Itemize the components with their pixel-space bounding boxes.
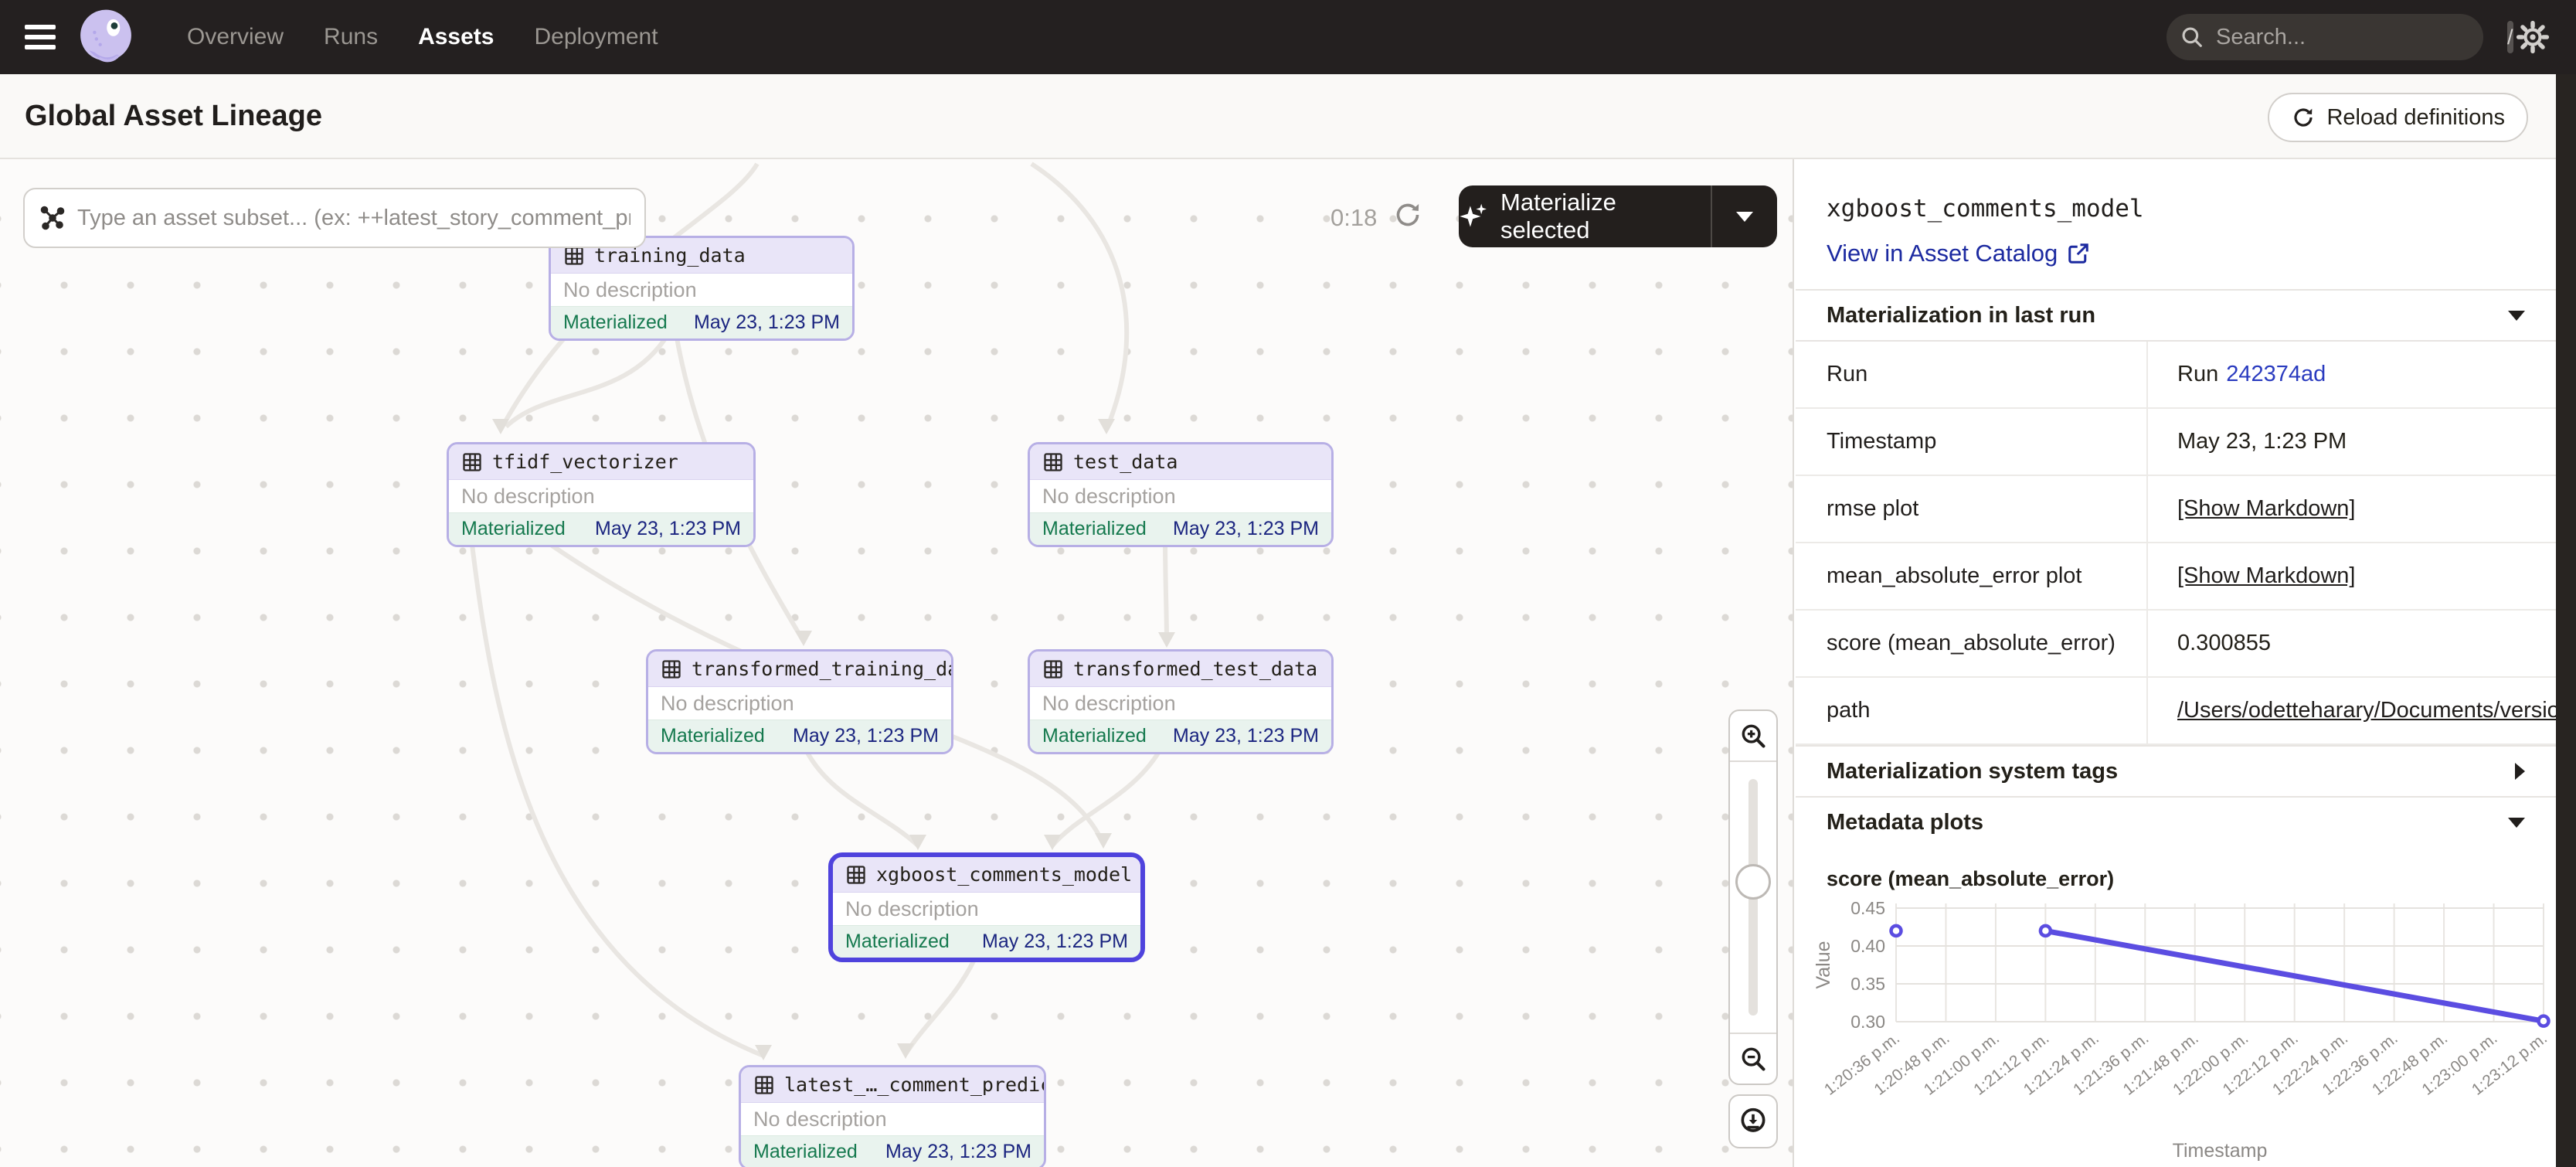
materialize-options-caret[interactable] (1712, 185, 1777, 247)
gear-icon[interactable] (2516, 20, 2550, 54)
status-badge: Materialized (661, 725, 765, 747)
nav-right: / (2166, 14, 2550, 60)
view-in-asset-catalog-link[interactable]: View in Asset Catalog (1827, 240, 2525, 267)
section-materialization-last-run[interactable]: Materialization in last run (1796, 289, 2556, 340)
table-row: path /Users/odetteharary/Documents/versi… (1796, 678, 2556, 745)
asset-node-test-data[interactable]: test_data No description MaterializedMay… (1028, 442, 1334, 547)
graph-zoom-toolbar (1728, 709, 1778, 1148)
svg-text:0.30: 0.30 (1850, 1012, 1885, 1032)
chevron-down-icon (1736, 212, 1753, 222)
table-row: mean_absolute_error plot [Show Markdown] (1796, 543, 2556, 611)
node-description: No description (648, 687, 951, 720)
asset-node-latest-comment-predictions[interactable]: latest_…_comment_predictions No descript… (739, 1065, 1046, 1167)
table-row: Timestamp May 23, 1:23 PM (1796, 409, 2556, 476)
page-header: Global Asset Lineage Reload definitions (0, 74, 2576, 159)
search-icon (2179, 24, 2205, 50)
status-badge: Materialized (1042, 725, 1147, 747)
node-description: No description (449, 480, 753, 512)
global-search[interactable]: / (2166, 14, 2483, 60)
table-row: score (mean_absolute_error) 0.300855 (1796, 611, 2556, 678)
last-run-table: Run Run242374ad Timestamp May 23, 1:23 P… (1796, 340, 2556, 745)
refresh-icon (2291, 105, 2316, 130)
panel-asset-title: xgboost_comments_model (1827, 195, 2525, 223)
node-description: No description (1030, 687, 1331, 720)
search-input[interactable] (2216, 25, 2507, 50)
asset-lineage-graph: 0:18 Materialize selected training (0, 159, 1794, 1167)
table-icon (753, 1074, 775, 1096)
svg-text:Value: Value (1813, 941, 1834, 988)
refresh-timer: 0:18 (1330, 204, 1377, 232)
asset-node-training-data[interactable]: training_data No description Materialize… (549, 236, 855, 341)
search-shortcut-badge: / (2507, 21, 2513, 53)
status-badge: Materialized (1042, 518, 1147, 540)
asset-node-xgboost-comments-model[interactable]: xgboost_comments_model No description Ma… (828, 852, 1145, 962)
status-badge: Materialized (461, 518, 566, 540)
asset-node-transformed-test-data[interactable]: transformed_test_data No description Mat… (1028, 649, 1334, 754)
zoom-slider-handle[interactable] (1735, 864, 1771, 900)
table-icon (461, 451, 483, 473)
nav-item-deployment[interactable]: Deployment (534, 24, 658, 50)
right-scroll-strip[interactable] (2556, 74, 2576, 1167)
section-materialization-system-tags[interactable]: Materialization system tags (1796, 745, 2556, 796)
svg-text:0.40: 0.40 (1850, 936, 1885, 956)
asset-node-tfidf-vectorizer[interactable]: tfidf_vectorizer No description Material… (447, 442, 756, 547)
path-link[interactable]: /Users/odetteharary/Documents/version (2177, 698, 2556, 723)
sparkle-icon (1459, 202, 1488, 231)
run-id-link[interactable]: 242374ad (2226, 362, 2326, 387)
table-row: Run Run242374ad (1796, 342, 2556, 409)
zoom-in-button[interactable] (1730, 711, 1776, 762)
table-icon (1042, 451, 1064, 473)
svg-text:0.35: 0.35 (1850, 974, 1885, 994)
section-metadata-plots[interactable]: Metadata plots (1796, 796, 2556, 847)
reload-definitions-button[interactable]: Reload definitions (2268, 93, 2528, 142)
chevron-down-icon (2508, 311, 2525, 321)
asset-filter[interactable] (23, 188, 646, 248)
nav-item-overview[interactable]: Overview (187, 24, 284, 50)
refresh-icon[interactable] (1392, 199, 1423, 230)
show-markdown-link[interactable]: [Show Markdown] (2177, 496, 2356, 522)
status-badge: Materialized (845, 931, 950, 953)
asset-filter-input[interactable] (77, 206, 630, 231)
page-title: Global Asset Lineage (25, 100, 322, 133)
nav-item-assets[interactable]: Assets (418, 24, 494, 50)
table-row: rmse plot [Show Markdown] (1796, 476, 2556, 543)
score-line-chart: 0.300.350.400.451:20:36 p.m.1:20:48 p.m.… (1810, 894, 2556, 1167)
svg-text:Timestamp: Timestamp (2173, 1140, 2268, 1162)
show-markdown-link[interactable]: [Show Markdown] (2177, 563, 2356, 589)
top-nav: Overview Runs Assets Deployment / (0, 0, 2576, 74)
download-image-button[interactable] (1728, 1094, 1778, 1148)
menu-icon[interactable] (25, 25, 56, 49)
dagster-logo[interactable] (76, 7, 136, 67)
table-icon (1042, 658, 1064, 680)
node-description: No description (1030, 480, 1331, 512)
svg-text:0.45: 0.45 (1850, 898, 1885, 918)
zoom-out-button[interactable] (1730, 1033, 1776, 1084)
node-description: No description (551, 274, 852, 306)
external-link-icon (2067, 242, 2090, 265)
chevron-down-icon (2508, 818, 2525, 828)
node-description: No description (833, 893, 1140, 925)
node-description: No description (741, 1103, 1044, 1135)
materialize-selected-button[interactable]: Materialize selected (1459, 185, 1777, 247)
status-badge: Materialized (563, 311, 668, 334)
status-badge: Materialized (753, 1141, 858, 1163)
asset-graph-icon (39, 204, 66, 232)
asset-details-panel: xgboost_comments_model View in Asset Cat… (1796, 159, 2556, 1167)
asset-node-transformed-training-data[interactable]: transformed_training_data No description… (646, 649, 953, 754)
nav-item-runs[interactable]: Runs (324, 24, 378, 50)
table-icon (845, 864, 867, 886)
chevron-right-icon (2515, 763, 2525, 780)
chart-title: score (mean_absolute_error) (1796, 847, 2556, 894)
zoom-slider[interactable] (1730, 762, 1776, 1033)
nav-links: Overview Runs Assets Deployment (187, 24, 658, 50)
table-icon (661, 658, 682, 680)
